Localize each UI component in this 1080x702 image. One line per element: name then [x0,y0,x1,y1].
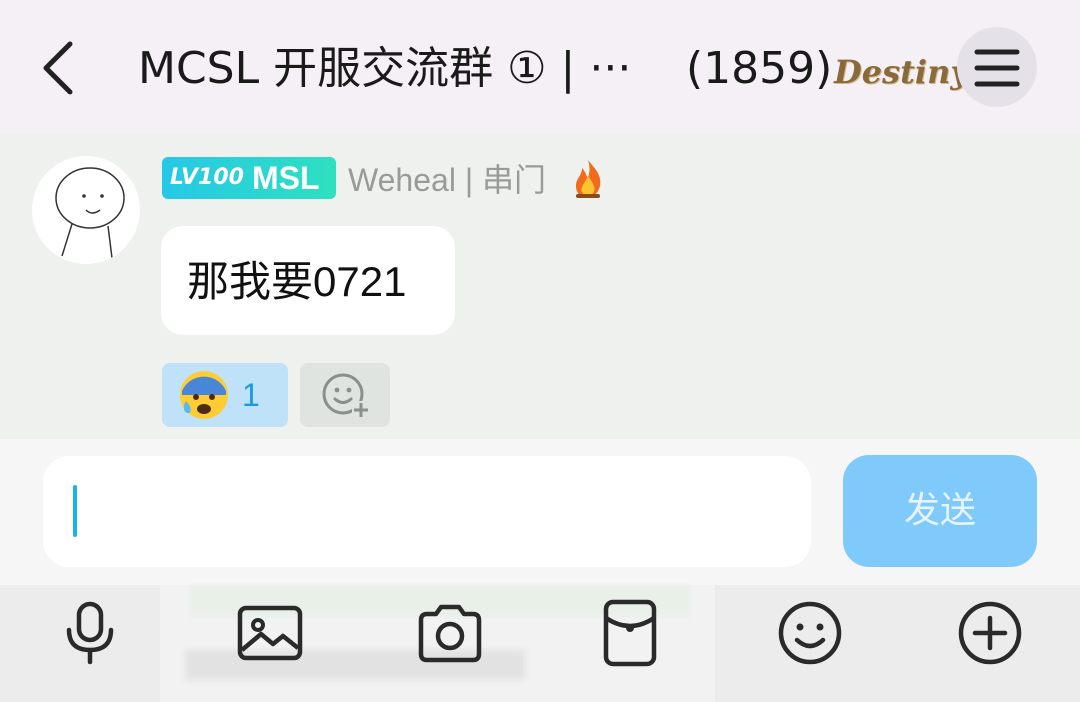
red-packet-button[interactable] [595,598,665,668]
image-icon [237,605,303,661]
red-packet-icon [603,599,657,667]
avatar[interactable] [32,156,140,264]
back-button[interactable] [36,38,86,98]
sender-name[interactable]: Weheal | 串门 [348,160,546,200]
chevron-left-icon [43,41,73,95]
emoji-button[interactable] [775,598,845,668]
message-text: 那我要0721 [187,258,407,305]
hamburger-menu-icon [974,49,1020,87]
fire-icon [568,158,608,200]
member-count: (1859) [686,43,833,94]
image-button[interactable] [235,598,305,668]
camera-icon [418,604,482,663]
level-text: LV100 [170,165,244,190]
message-bubble[interactable]: 那我要0721 [161,226,455,335]
level-badge[interactable]: LV100 MSL [162,157,336,199]
voice-button[interactable] [55,598,125,668]
doodle-avatar-icon [55,167,125,259]
menu-button[interactable] [957,27,1037,107]
group-logo: Destiny [834,53,969,91]
microphone-icon [66,601,114,665]
reaction-count: 1 [242,377,260,413]
send-button[interactable]: 发送 [843,455,1037,567]
anxious-sweat-face-icon [180,371,228,419]
reaction-chip[interactable]: 1 [162,363,288,427]
message-input[interactable] [43,456,811,567]
plus-icon [958,601,1022,665]
camera-button[interactable] [415,598,485,668]
add-emoji-icon [322,373,370,419]
text-cursor [73,485,77,537]
chat-title[interactable]: MCSL 开服交流群 ① | ··· [138,41,631,97]
emoji-icon [778,601,842,665]
level-tag: MSL [252,160,320,196]
more-button[interactable] [955,598,1025,668]
add-reaction-button[interactable] [300,363,390,427]
